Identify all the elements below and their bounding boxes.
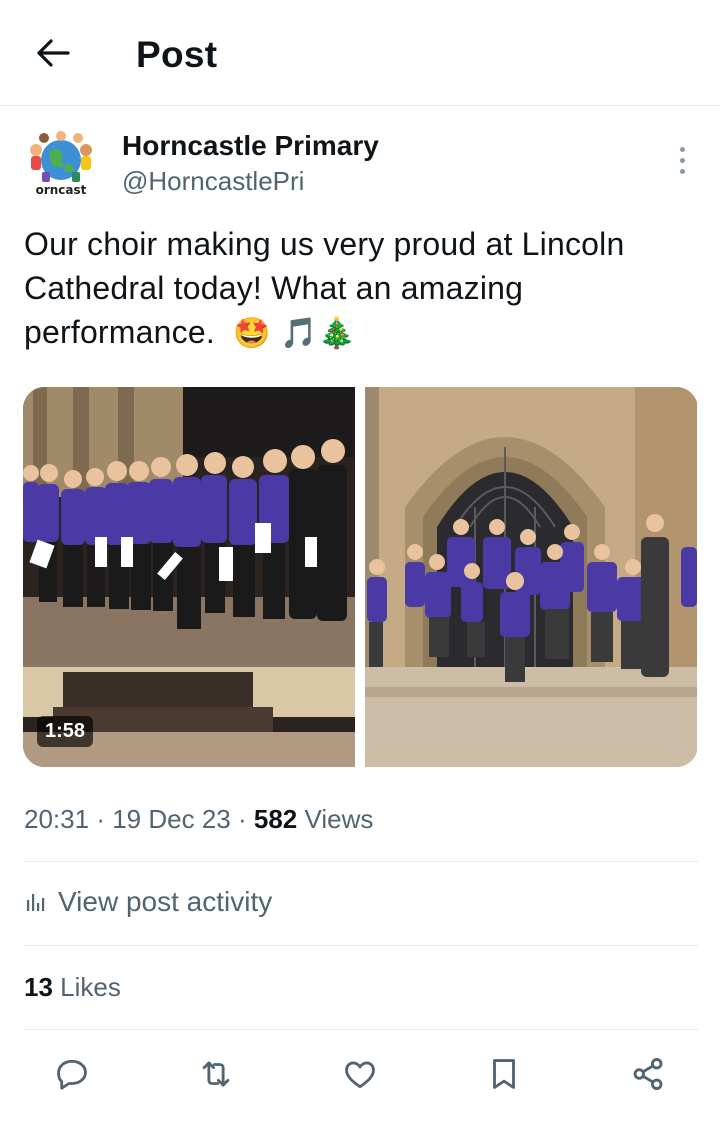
share-button[interactable] [624,1050,672,1098]
views-label: Views [304,804,374,834]
more-dot [679,157,685,163]
image-thumbnail[interactable] [365,387,697,767]
divider [24,861,698,862]
top-bar: Post [0,0,720,106]
choir-stage-photo [23,387,355,767]
reply-icon [57,1059,87,1090]
media-gallery: 1:58 [23,387,698,767]
meta-separator: · [96,804,105,834]
video-duration: 1:58 [37,716,94,747]
author-handle[interactable]: @HorncastlePri [122,166,304,197]
post-text: Our choir making us very proud at Lincol… [24,222,704,356]
likes-label: Likes [60,972,121,1002]
post-meta: 20:31 · 19 Dec 23 · 582 Views [24,804,373,835]
meta-separator: · [237,804,247,834]
likes-count: 13 [24,972,53,1002]
bookmark-icon [493,1059,515,1089]
divider [24,945,698,946]
choir-cathedral-photo [365,387,697,767]
heart-icon [345,1061,375,1089]
post-text-line: performance. 🤩 🎵🎄 [24,310,704,356]
repost-button[interactable] [192,1050,240,1098]
svg-text:orncast: orncast [36,183,87,197]
avatar[interactable]: orncast [22,128,100,206]
activity-label: View post activity [58,886,273,917]
post-text-line: Cathedral today! What an amazing [24,270,524,306]
back-button[interactable] [30,30,76,76]
bookmark-button[interactable] [480,1050,528,1098]
views-count: 582 [253,804,298,834]
share-icon [633,1058,663,1090]
arrow-left-icon [37,39,70,67]
more-dot [679,146,685,152]
post-text-line: Our choir making us very proud at Lincol… [24,226,625,262]
post-time: 20:31 [24,804,90,834]
video-thumbnail[interactable]: 1:58 [23,387,355,767]
author-name[interactable]: Horncastle Primary [122,130,379,162]
more-options-button[interactable] [668,142,696,178]
more-dot [679,168,685,174]
post-text-segment: performance. [24,314,215,350]
post-emojis: 🤩 🎵🎄 [233,316,356,351]
like-button[interactable] [336,1050,384,1098]
school-logo-image: orncast [30,131,92,197]
likes-count-link[interactable]: 13 Likes [24,972,121,1003]
action-bar [0,1050,720,1100]
page-title: Post [136,34,218,75]
post-date: 19 Dec 23 [112,804,231,834]
divider [24,1029,698,1030]
reply-button[interactable] [48,1050,96,1098]
view-post-activity-link[interactable]: View post activity [24,886,272,918]
analytics-icon [27,894,45,911]
repost-icon [202,1061,230,1087]
